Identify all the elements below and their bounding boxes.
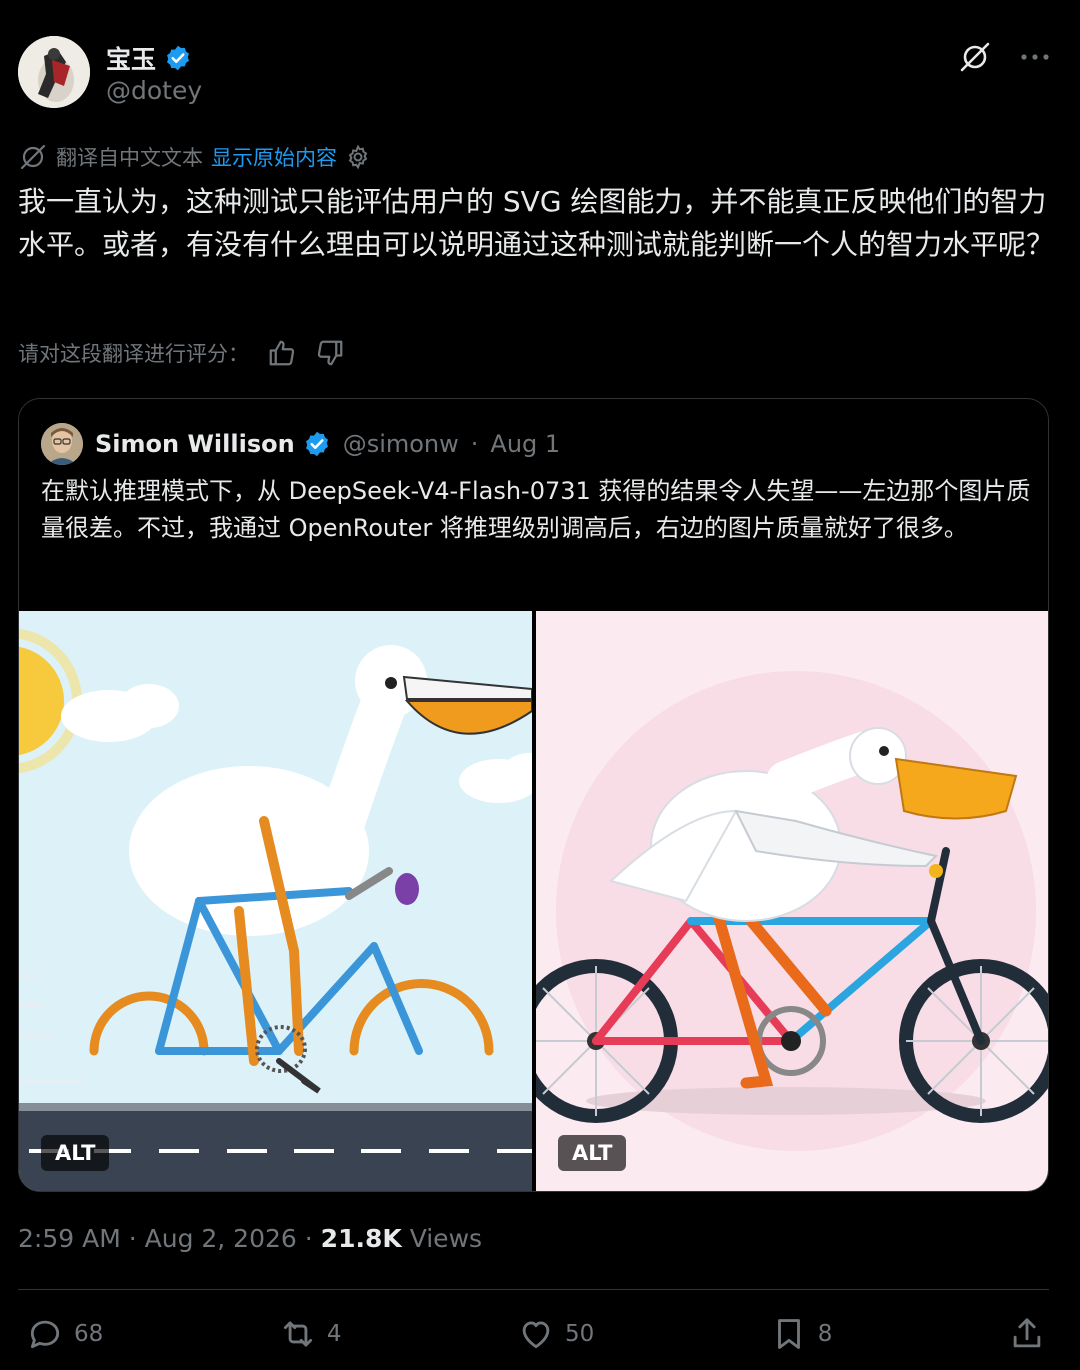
tweet-timestamp-row: 2:59 AM · Aug 2, 2026 · 21.8K Views bbox=[18, 1224, 482, 1253]
verified-badge-icon bbox=[167, 45, 189, 71]
like-count: 50 bbox=[564, 1321, 595, 1347]
rating-label: 请对这段翻译进行评分： bbox=[18, 342, 249, 366]
repost-button[interactable]: 4 bbox=[279, 1315, 342, 1353]
verified-badge-icon bbox=[305, 431, 328, 457]
thumbs-up-icon[interactable] bbox=[267, 338, 297, 368]
tweet-time[interactable]: 2:59 AM bbox=[18, 1224, 121, 1253]
author-name[interactable]: 宝玉 bbox=[106, 40, 192, 76]
quoted-author-handle[interactable]: @simonw bbox=[343, 430, 459, 458]
author-handle[interactable]: @dotey bbox=[106, 76, 202, 105]
tweet-top-actions bbox=[958, 40, 1050, 74]
views-label: Views bbox=[409, 1224, 483, 1253]
show-original-link[interactable]: 显示原始内容 bbox=[211, 142, 337, 172]
quoted-image-left[interactable]: ALT bbox=[19, 611, 532, 1191]
quoted-media-grid: ALT ALT bbox=[19, 611, 1048, 1191]
quoted-date[interactable]: Aug 1 bbox=[490, 430, 560, 458]
quoted-tweet-header: Simon Willison @simonw · Aug 1 bbox=[41, 423, 560, 465]
like-button[interactable]: 50 bbox=[517, 1315, 594, 1353]
heart-icon bbox=[522, 1321, 550, 1349]
author-avatar[interactable] bbox=[18, 36, 90, 108]
timestamp-separator: · bbox=[128, 1224, 137, 1253]
thumbs-down-icon[interactable] bbox=[315, 338, 345, 368]
alt-badge[interactable]: ALT bbox=[41, 1135, 110, 1171]
reply-icon bbox=[30, 1320, 60, 1349]
grok-icon[interactable] bbox=[958, 40, 992, 74]
author-name-text: 宝玉 bbox=[106, 45, 157, 74]
views-count: 21.8K bbox=[320, 1224, 402, 1253]
translation-label: 翻译自中文文本 bbox=[56, 146, 203, 170]
tweet-header: 宝玉 @dotey bbox=[18, 36, 1062, 112]
bookmark-count: 8 bbox=[817, 1321, 833, 1347]
tweet-text: 我一直认为，这种测试只能评估用户的 SVG 绘图能力，并不能真正反映他们的智力水… bbox=[18, 185, 1055, 261]
bookmark-icon bbox=[777, 1319, 800, 1349]
quoted-image-right[interactable]: ALT bbox=[536, 611, 1048, 1191]
quoted-tweet-text: 在默认推理模式下，从 DeepSeek-V4-Flash-0731 获得的结果令… bbox=[41, 477, 1031, 542]
divider bbox=[18, 1289, 1049, 1290]
quoted-meta-separator: · bbox=[470, 430, 479, 458]
translation-bar: 翻译自中文文本 显示原始内容 bbox=[18, 142, 371, 172]
repost-count: 4 bbox=[326, 1321, 342, 1347]
bookmark-button[interactable]: 8 bbox=[770, 1315, 833, 1353]
tweet-date[interactable]: Aug 2, 2026 bbox=[145, 1224, 297, 1253]
share-button[interactable] bbox=[1008, 1315, 1046, 1353]
repost-icon bbox=[283, 1321, 312, 1347]
alt-badge[interactable]: ALT bbox=[558, 1135, 627, 1171]
reply-button[interactable]: 68 bbox=[26, 1315, 103, 1353]
quoted-author-avatar[interactable] bbox=[41, 423, 83, 465]
quoted-tweet[interactable]: Simon Willison @simonw · Aug 1 在默认推理模式下，… bbox=[18, 398, 1049, 1192]
translate-icon bbox=[20, 144, 46, 170]
quoted-author-name[interactable]: Simon Willison bbox=[95, 430, 295, 458]
timestamp-separator: · bbox=[304, 1224, 313, 1253]
tweet-action-bar: 68 4 50 8 bbox=[26, 1310, 1046, 1358]
share-icon bbox=[1013, 1318, 1041, 1348]
gear-icon[interactable] bbox=[345, 144, 371, 170]
reply-count: 68 bbox=[74, 1321, 104, 1347]
translation-rating-bar: 请对这段翻译进行评分： bbox=[18, 338, 345, 368]
more-icon[interactable] bbox=[1020, 52, 1050, 62]
